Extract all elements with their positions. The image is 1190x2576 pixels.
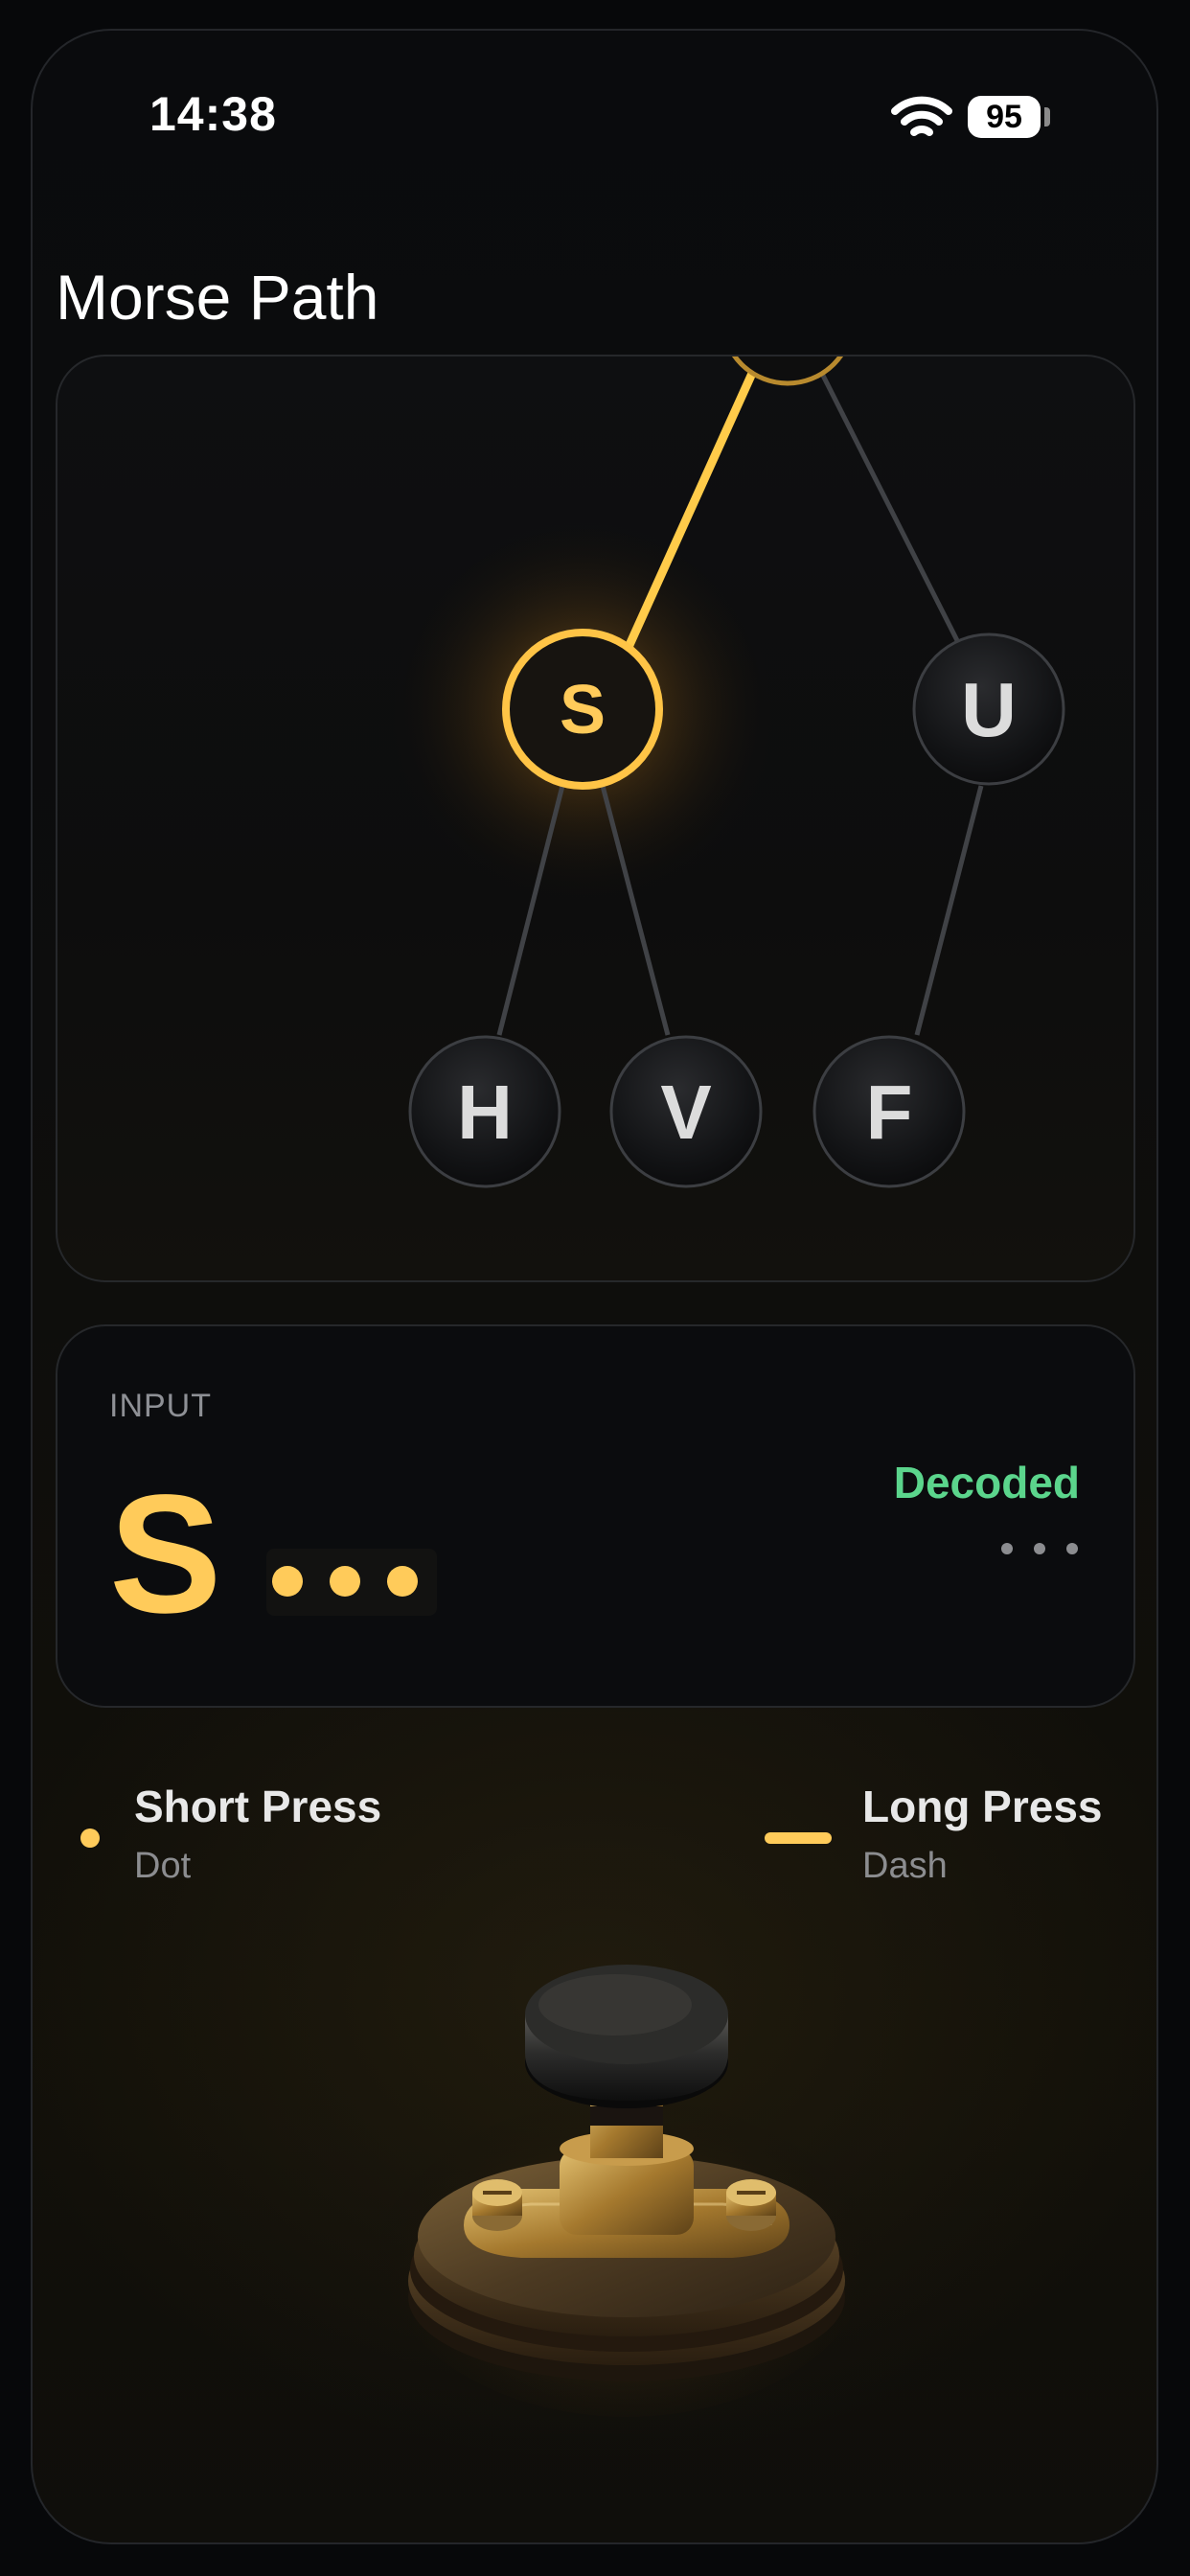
- battery-icon: 95: [968, 96, 1041, 138]
- telegraph-key-icon[interactable]: [378, 1938, 876, 2417]
- sequence-dot: [387, 1566, 418, 1597]
- svg-text:H: H: [457, 1070, 513, 1155]
- tree-node-parent[interactable]: [722, 356, 853, 386]
- tree-edge: [914, 785, 984, 1036]
- tree-node-s[interactable]: S: [502, 629, 663, 790]
- tree-edge: [812, 356, 975, 673]
- current-letter: S: [109, 1460, 222, 1648]
- phone-screen: 14:38 95 Morse Path S U H V F INPUT S De…: [31, 29, 1158, 2544]
- battery-cap: [1044, 107, 1050, 126]
- tree-node-u[interactable]: U: [912, 632, 1065, 786]
- dot-symbol-icon: [80, 1828, 100, 1848]
- svg-text:S: S: [560, 672, 606, 748]
- tree-node-v[interactable]: V: [609, 1035, 763, 1188]
- input-panel: INPUT S Decoded: [56, 1324, 1135, 1708]
- morse-tree-card: S U H V F: [56, 355, 1135, 1282]
- long-press-title: Long Press: [862, 1782, 1103, 1831]
- svg-text:U: U: [961, 667, 1017, 752]
- tree-node-f[interactable]: F: [812, 1035, 966, 1188]
- morse-tree: S U H V F: [381, 356, 1065, 1188]
- decoded-status: Decoded: [893, 1458, 1080, 1507]
- short-press-subtitle: Dot: [134, 1846, 192, 1886]
- svg-text:F: F: [866, 1070, 913, 1155]
- dash-symbol-icon: [765, 1832, 832, 1844]
- sequence-dot: [330, 1566, 360, 1597]
- input-label: INPUT: [109, 1388, 212, 1424]
- tree-node-h[interactable]: H: [408, 1035, 561, 1188]
- svg-text:V: V: [660, 1070, 711, 1155]
- long-press-subtitle: Dash: [862, 1846, 948, 1886]
- sequence-dot: [272, 1566, 303, 1597]
- status-time: 14:38: [149, 87, 277, 141]
- short-press-title: Short Press: [134, 1782, 382, 1831]
- wifi-icon: [891, 96, 952, 136]
- page-title: Morse Path: [56, 262, 379, 333]
- decoded-indicator-dots: [1001, 1543, 1078, 1558]
